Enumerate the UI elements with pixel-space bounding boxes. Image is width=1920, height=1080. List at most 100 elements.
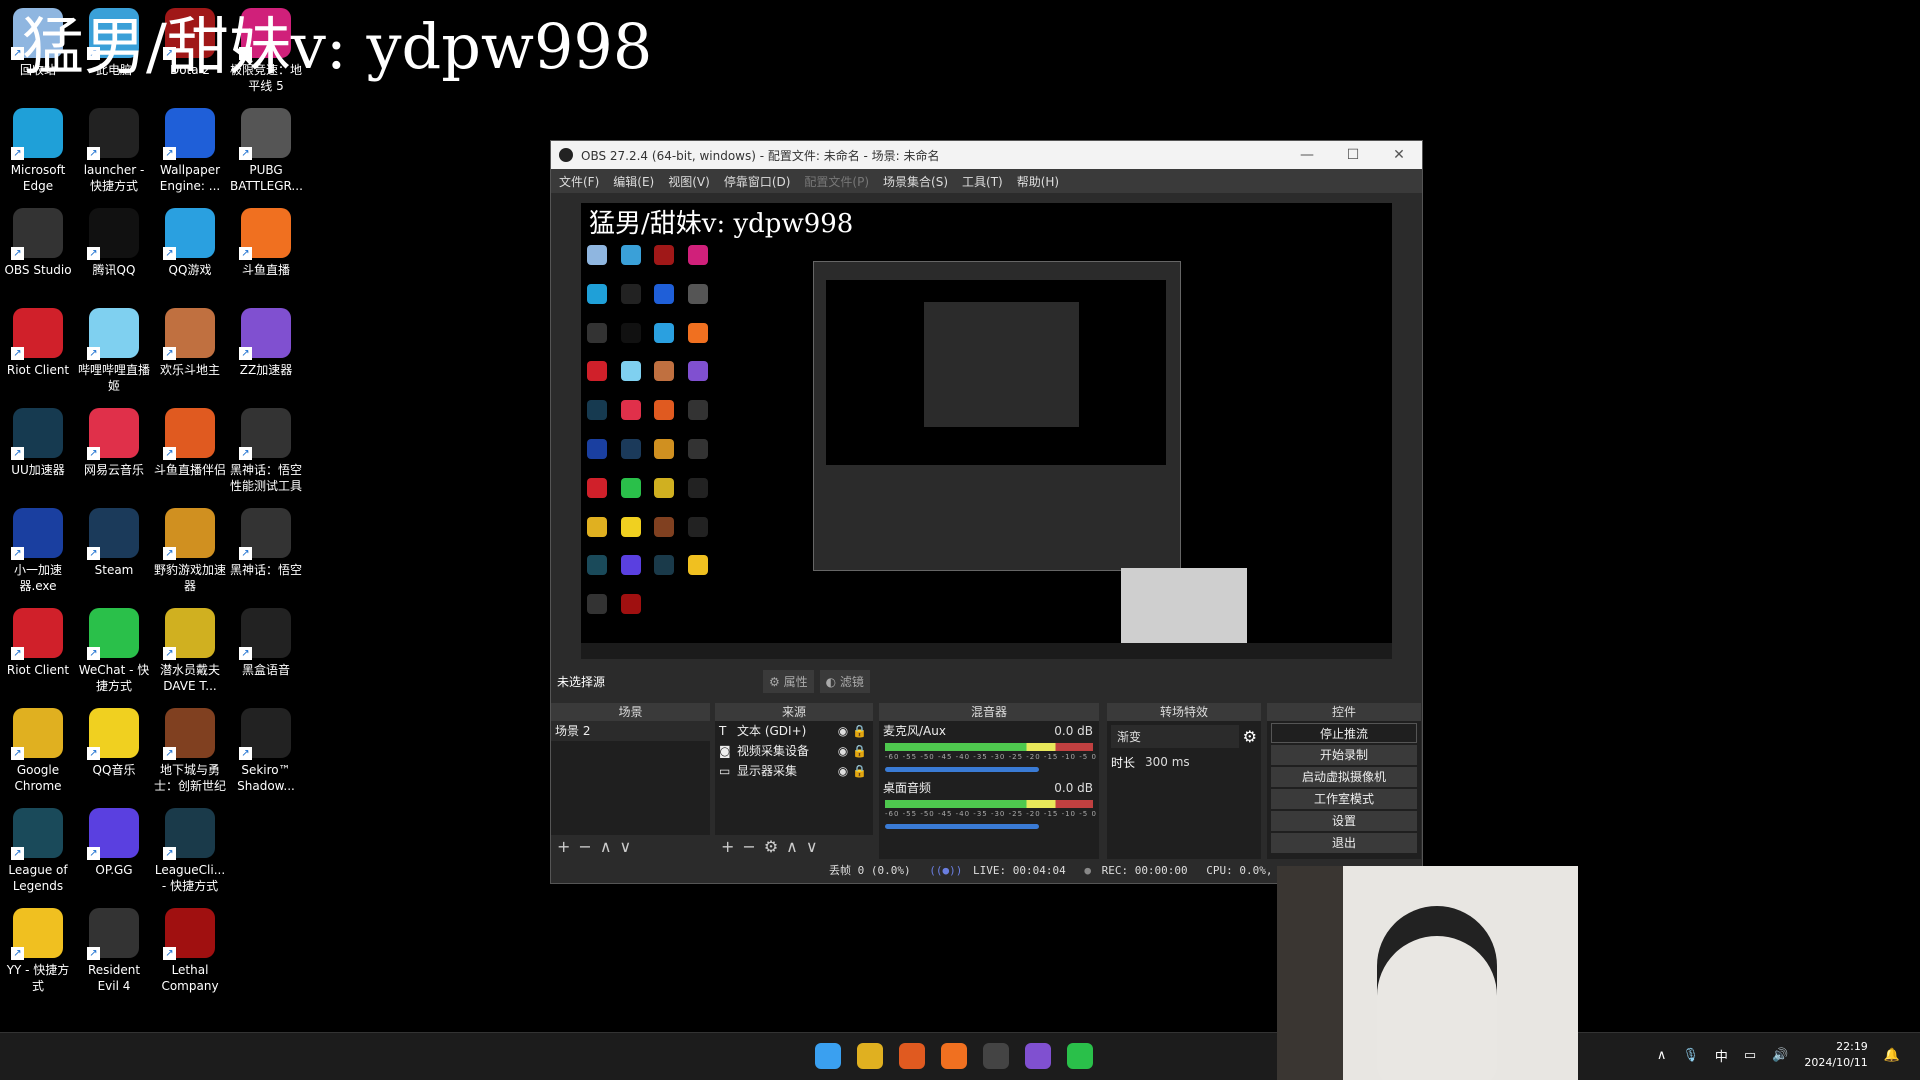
menu-item[interactable]: 工具(T)	[962, 173, 1003, 190]
maximize-button[interactable]: ☐	[1330, 147, 1376, 163]
menu-item[interactable]: 场景集合(S)	[883, 173, 948, 190]
duration-input[interactable]: 300 ms	[1139, 752, 1257, 772]
desktop-icon[interactable]: ↗ 斗鱼直播伴侣	[152, 400, 228, 478]
desktop-icon[interactable]: ↗ 哔哩哔哩直播姬	[76, 300, 152, 394]
zz-accelerator-icon[interactable]	[1025, 1043, 1051, 1069]
controls-header: 控件	[1267, 703, 1421, 721]
windows-start-icon[interactable]	[815, 1043, 841, 1069]
desktop-icon[interactable]: ↗ Steam	[76, 500, 152, 578]
douyu-companion-icon[interactable]	[899, 1043, 925, 1069]
app-icon: ↗	[11, 708, 63, 760]
desktop-icon[interactable]: ↗ Wallpaper Engine: ...	[152, 100, 228, 194]
desktop-icon[interactable]: ↗ launcher - 快捷方式	[76, 100, 152, 194]
tray-chevron-icon[interactable]: ∧	[1657, 1048, 1667, 1063]
app-icon: ↗	[163, 808, 215, 860]
notification-bell-icon[interactable]: 🔔	[1884, 1048, 1900, 1063]
control-button[interactable]: 退出	[1271, 833, 1417, 853]
desktop-icon[interactable]: ↗ 野豹游戏加速器	[152, 500, 228, 594]
control-button[interactable]: 停止推流	[1271, 723, 1417, 743]
control-button[interactable]: 设置	[1271, 811, 1417, 831]
scene-tools[interactable]: +−∧∨	[551, 835, 710, 859]
douyu-icon[interactable]	[941, 1043, 967, 1069]
shortcut-arrow-icon: ↗	[163, 147, 176, 160]
desktop-icon[interactable]: ↗ ZZ加速器	[228, 300, 304, 378]
mixer-channel: 麦克风/Aux 0.0 dB -60 -55 -50 -45 -40 -35 -30…	[879, 721, 1099, 772]
menu-item[interactable]: 配置文件(P)	[804, 173, 869, 190]
preview-icon	[654, 322, 674, 343]
desktop-icon[interactable]: ↗ LeagueCli... - 快捷方式	[152, 800, 228, 894]
volume-slider[interactable]	[885, 824, 1039, 829]
desktop-icon[interactable]: ↗ 潜水员戴夫 DAVE T...	[152, 600, 228, 694]
shortcut-arrow-icon: ↗	[163, 347, 176, 360]
ime-indicator[interactable]: 中	[1715, 1046, 1728, 1065]
properties-button[interactable]: ⚙ 属性	[763, 669, 814, 693]
volume-slider[interactable]	[885, 767, 1039, 772]
control-button[interactable]: 开始录制	[1271, 745, 1417, 765]
desktop-icon[interactable]: ↗ 黑神话：悟空	[228, 500, 304, 578]
clock[interactable]: 22:19 2024/10/11	[1804, 1039, 1867, 1071]
desktop-icon[interactable]: ↗ OBS Studio	[0, 200, 76, 278]
chrome-icon[interactable]	[857, 1043, 883, 1069]
preview-taskbar	[581, 643, 1392, 659]
minimize-button[interactable]: —	[1284, 147, 1330, 163]
desktop-icon[interactable]: ↗ 小一加速器.exe	[0, 500, 76, 594]
filters-button[interactable]: ◐ 滤镜	[819, 669, 870, 693]
desktop-icon[interactable]: ↗ QQ音乐	[76, 700, 152, 778]
network-icon[interactable]: ▭	[1744, 1048, 1756, 1063]
control-button[interactable]: 启动虚拟摄像机	[1271, 767, 1417, 787]
desktop-icon[interactable]: ↗ Riot Client	[0, 300, 76, 378]
desktop-icon[interactable]: ↗ 黑盒语音	[228, 600, 304, 678]
desktop-icon[interactable]: ↗ QQ游戏	[152, 200, 228, 278]
desktop-icon[interactable]: ↗ UU加速器	[0, 400, 76, 478]
desktop-icon[interactable]: ↗ Sekiro™ Shadow...	[228, 700, 304, 794]
desktop-icon-label: LeagueCli... - 快捷方式	[154, 863, 226, 893]
desktop-icon[interactable]: ↗ Google Chrome	[0, 700, 76, 794]
volume-icon[interactable]: 🔊	[1772, 1048, 1788, 1063]
visibility-eye-icon[interactable]: ◉ 🔒	[838, 741, 867, 761]
desktop-icon[interactable]: ↗ Microsoft Edge	[0, 100, 76, 194]
app-icon: ↗	[11, 508, 63, 560]
desktop-icon[interactable]: ↗ 欢乐斗地主	[152, 300, 228, 378]
desktop-icon-label: WeChat - 快捷方式	[78, 663, 150, 693]
microphone-icon[interactable]: 🎙	[1682, 1048, 1699, 1063]
desktop-icon[interactable]: ↗ 网易云音乐	[76, 400, 152, 478]
menu-item[interactable]: 停靠窗口(D)	[724, 173, 791, 190]
desktop-icon[interactable]: ↗ 地下城与勇士：创新世纪	[152, 700, 228, 794]
transition-gear-icon[interactable]: ⚙	[1243, 727, 1257, 746]
source-item[interactable]: ◙ 视频采集设备 ◉ 🔒	[715, 741, 873, 761]
menu-item[interactable]: 视图(V)	[668, 173, 710, 190]
source-item[interactable]: T 文本 (GDI+) ◉ 🔒	[715, 721, 873, 741]
source-tools[interactable]: +−⚙∧∨	[715, 835, 873, 859]
desktop-icon[interactable]: ↗ 黑神话：悟空性能测试工具	[228, 400, 304, 494]
desktop-icon[interactable]: ↗ OP.GG	[76, 800, 152, 878]
desktop-icon[interactable]: ↗ Riot Client	[0, 600, 76, 678]
menu-item[interactable]: 编辑(E)	[613, 173, 654, 190]
menu-item[interactable]: 帮助(H)	[1017, 173, 1059, 190]
preview-canvas[interactable]: 猛男/甜妹v: ydpw998	[581, 203, 1392, 659]
obs-icon[interactable]	[983, 1043, 1009, 1069]
app-icon: ↗	[11, 808, 63, 860]
desktop-icon-label: PUBG BATTLEGR...	[230, 163, 303, 193]
visibility-eye-icon[interactable]: ◉ 🔒	[838, 721, 867, 741]
desktop-icon[interactable]: ↗ PUBG BATTLEGR...	[228, 100, 304, 194]
app-icon: ↗	[163, 708, 215, 760]
visibility-eye-icon[interactable]: ◉ 🔒	[838, 761, 867, 781]
menu-item[interactable]: 文件(F)	[559, 173, 599, 190]
scene-item[interactable]: 场景 2	[551, 721, 710, 741]
preview-icon	[654, 516, 674, 537]
desktop-icon[interactable]: ↗ YY - 快捷方式	[0, 900, 76, 994]
desktop-icon[interactable]: ↗ League of Legends	[0, 800, 76, 894]
control-button[interactable]: 工作室模式	[1271, 789, 1417, 809]
desktop-icon[interactable]: ↗ Resident Evil 4	[76, 900, 152, 994]
transition-select[interactable]: 渐变	[1111, 725, 1239, 748]
desktop-icon[interactable]: ↗ Lethal Company	[152, 900, 228, 994]
close-button[interactable]: ✕	[1376, 147, 1422, 163]
desktop-icon[interactable]: ↗ WeChat - 快捷方式	[76, 600, 152, 694]
source-item[interactable]: ▭ 显示器采集 ◉ 🔒	[715, 761, 873, 781]
wechat-icon[interactable]	[1067, 1043, 1093, 1069]
preview-overlay-title: 猛男/甜妹v: ydpw998	[589, 209, 854, 239]
app-icon: ↗	[87, 608, 139, 660]
desktop-icon[interactable]: ↗ 斗鱼直播	[228, 200, 304, 278]
desktop-icon[interactable]: ↗ 腾讯QQ	[76, 200, 152, 278]
app-icon: ↗	[239, 308, 291, 360]
